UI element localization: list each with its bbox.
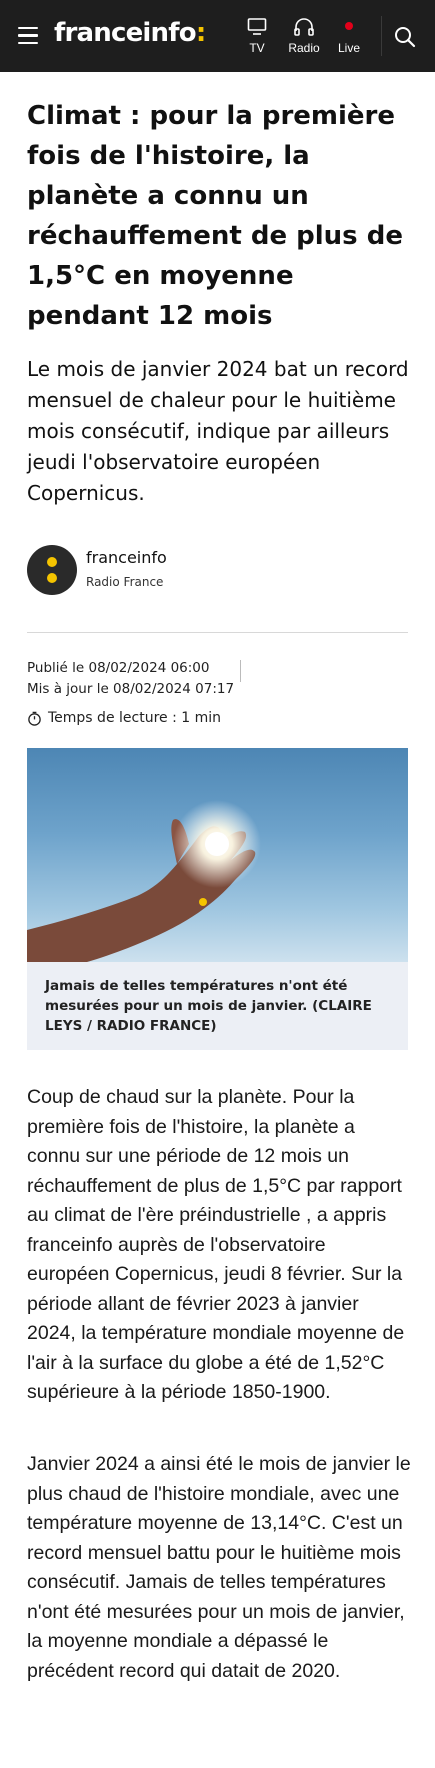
logo-colon: :: [195, 18, 206, 48]
franceinfo-logo[interactable]: franceinfo:: [54, 18, 206, 48]
nav-tv-label: TV: [249, 41, 265, 55]
stopwatch-icon: [28, 711, 41, 726]
article-title: Climat : pour la première fois de l'hist…: [27, 101, 403, 331]
tv-icon: [247, 18, 267, 35]
menu-icon[interactable]: [18, 27, 38, 45]
nav-radio-label: Radio: [288, 41, 320, 55]
author-organization: Radio France: [86, 575, 164, 589]
search-icon[interactable]: [393, 25, 417, 49]
article-photo[interactable]: [27, 748, 408, 962]
author-name[interactable]: franceinfo: [86, 548, 167, 567]
image-caption: Jamais de telles températures n'ont été …: [27, 962, 408, 1050]
author-block[interactable]: franceinfo Radio France: [27, 545, 412, 597]
article-paragraph-1: Coup de chaud sur la planète. Pour la pr…: [27, 1086, 405, 1403]
live-dot-icon: [345, 22, 353, 30]
divider: [27, 632, 408, 633]
nav-live-button[interactable]: Live: [332, 16, 366, 55]
updated-date: Mis à jour le 08/02/2024 07:17: [27, 681, 235, 697]
nav-radio-button[interactable]: Radio: [282, 16, 326, 55]
author-avatar[interactable]: [27, 545, 77, 595]
top-navigation-bar: franceinfo: TV Radio Live: [0, 0, 435, 72]
nav-live-label: Live: [337, 41, 360, 55]
reading-time: Temps de lecture : 1 min: [27, 710, 221, 726]
header-divider: [381, 16, 382, 56]
headphones-icon: [294, 18, 314, 36]
nav-tv-button[interactable]: TV: [242, 16, 272, 55]
article-lead: Le mois de janvier 2024 bat un record me…: [27, 357, 409, 505]
article-paragraph-2: Janvier 2024 a ainsi été le mois de janv…: [27, 1453, 411, 1682]
reading-time-label: Temps de lecture : 1 min: [48, 710, 222, 726]
hand-sun-photo: [27, 800, 261, 962]
published-date: Publié le 08/02/2024 06:00: [27, 660, 210, 676]
date-separator: [240, 660, 241, 682]
logo-text: franceinfo: [54, 18, 197, 48]
